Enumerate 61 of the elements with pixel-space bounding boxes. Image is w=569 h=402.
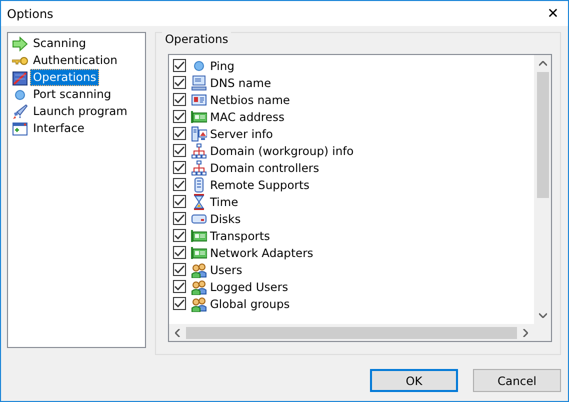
operation-label: Logged Users xyxy=(210,280,288,294)
checkbox[interactable] xyxy=(173,76,186,89)
arrow-icon xyxy=(12,36,28,52)
category-item[interactable]: Interface xyxy=(30,120,88,137)
checkbox[interactable] xyxy=(173,161,186,174)
network-icon xyxy=(191,160,207,176)
checkbox[interactable] xyxy=(173,229,186,242)
checkbox[interactable] xyxy=(173,195,186,208)
network-icon xyxy=(191,142,207,158)
hourglass-icon xyxy=(191,194,207,210)
group-title: Operations xyxy=(162,32,232,46)
rocket-icon xyxy=(12,104,28,120)
checkbox[interactable] xyxy=(173,93,186,106)
ok-button[interactable]: OK xyxy=(370,369,458,392)
users-icon xyxy=(191,278,207,294)
users-icon xyxy=(191,296,207,312)
checkbox[interactable] xyxy=(173,144,186,157)
window-icon xyxy=(12,120,28,136)
category-item[interactable]: Scanning xyxy=(30,35,90,52)
chart-icon xyxy=(12,70,28,86)
operation-label: Remote Supports xyxy=(210,178,310,192)
operation-label: Time xyxy=(210,194,238,208)
network-card-icon xyxy=(191,228,207,244)
category-item[interactable]: Port scanning xyxy=(30,86,114,103)
users-icon xyxy=(191,262,207,278)
window-title: Options xyxy=(6,6,54,20)
operation-label: Netbios name xyxy=(210,92,290,106)
checkbox[interactable] xyxy=(173,59,186,72)
operation-label: Global groups xyxy=(210,296,290,310)
server-icon xyxy=(191,126,207,142)
category-item[interactable]: Authentication xyxy=(30,52,120,69)
id-card-icon xyxy=(191,92,207,108)
category-item[interactable]: Launch program xyxy=(30,103,130,120)
network-card-icon xyxy=(191,244,207,260)
horizontal-scrollbar[interactable] xyxy=(169,324,551,341)
operation-label: DNS name xyxy=(210,76,272,90)
operation-label: Network Adapters xyxy=(210,246,314,260)
checkbox[interactable] xyxy=(173,280,186,293)
operation-label: Users xyxy=(210,262,242,276)
checkbox[interactable] xyxy=(173,110,186,123)
operation-label: Server info xyxy=(210,126,273,140)
checkbox[interactable] xyxy=(173,297,186,310)
vertical-scrollbar[interactable] xyxy=(534,55,551,324)
category-item[interactable]: Operations xyxy=(30,69,100,86)
operation-label: Ping xyxy=(210,58,234,72)
operation-label: Disks xyxy=(210,212,241,226)
operation-label: Domain (workgroup) info xyxy=(210,144,354,158)
operation-label: Domain controllers xyxy=(210,160,320,174)
monitor-icon xyxy=(191,74,207,90)
network-card-icon xyxy=(191,108,207,124)
close-button[interactable]: ✕ xyxy=(538,1,568,26)
checkbox[interactable] xyxy=(173,246,186,259)
checkbox[interactable] xyxy=(173,127,186,140)
operation-label: Transports xyxy=(210,228,270,242)
checkbox[interactable] xyxy=(173,212,186,225)
scroll-thumb[interactable] xyxy=(536,72,548,198)
checkbox[interactable] xyxy=(173,263,186,276)
checkbox[interactable] xyxy=(173,178,186,191)
cancel-button[interactable]: Cancel xyxy=(473,369,561,392)
scroll-thumb[interactable] xyxy=(186,326,517,338)
operation-label: MAC address xyxy=(210,110,284,124)
